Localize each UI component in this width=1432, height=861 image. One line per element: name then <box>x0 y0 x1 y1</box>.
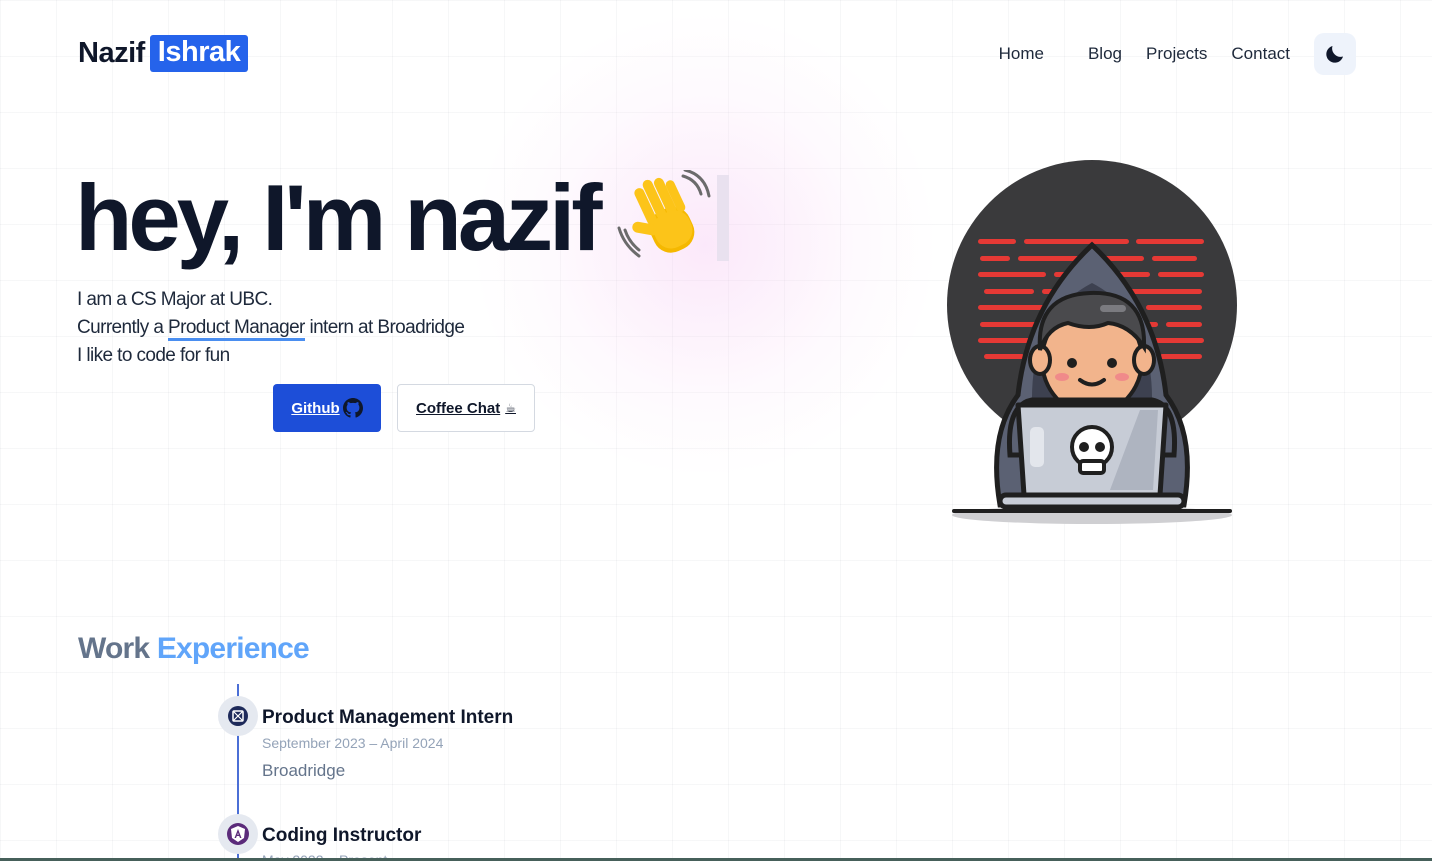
moon-icon <box>1326 46 1343 63</box>
job-title: Coding Instructor <box>262 825 422 846</box>
coffee-icon: ☕ <box>505 401 516 415</box>
hacker-avatar-illustration <box>947 160 1237 524</box>
github-button[interactable]: Github <box>273 384 381 432</box>
github-icon <box>342 398 363 418</box>
job-dates: September 2023 – April 2024 <box>262 735 444 751</box>
github-button-label: Github <box>291 399 340 417</box>
role-highlight: Product Manager <box>168 317 305 341</box>
nav-contact[interactable]: Contact <box>1231 44 1290 64</box>
job-company: Broadridge <box>262 761 346 780</box>
job-title: Product Management Intern <box>262 707 514 728</box>
nav-home[interactable]: Home <box>999 44 1044 64</box>
logo-first-name: Nazif <box>78 36 145 69</box>
hero-title-text: hey, I'm nazif <box>75 165 603 270</box>
coffee-chat-button[interactable]: Coffee Chat ☕ <box>397 384 535 432</box>
broadridge-logo-icon <box>218 696 258 736</box>
angular-logo-icon <box>218 814 258 854</box>
bio-line-3: I like to code for fun <box>77 345 230 366</box>
bio-line-2-suffix: intern at Broadridge <box>304 317 465 338</box>
site-logo[interactable]: Nazif Ishrak <box>78 34 249 72</box>
nav-blog[interactable]: Blog <box>1088 44 1122 64</box>
logo-last-name: Ishrak <box>149 34 249 72</box>
work-heading-part2: Experience <box>156 632 310 665</box>
main-nav: Home Blog Projects Contact <box>999 31 1356 77</box>
work-heading-part1: Work <box>78 632 150 665</box>
nav-projects[interactable]: Projects <box>1146 44 1207 64</box>
bio-line-1: I am a CS Major at UBC. <box>77 289 273 310</box>
theme-toggle-button[interactable] <box>1314 33 1356 75</box>
hero-heading: hey, I'm nazif <box>75 170 729 266</box>
coffee-chat-label: Coffee Chat <box>416 399 501 417</box>
waving-hand-icon <box>617 170 713 266</box>
work-experience-heading: Work Experience <box>78 632 310 666</box>
hero-bio: I am a CS Major at UBC. Currently a Prod… <box>77 286 465 370</box>
typing-caret <box>716 175 729 261</box>
bio-line-2-prefix: Currently a <box>77 317 169 338</box>
bio-line-2: Currently a Product Manager intern at Br… <box>77 314 465 342</box>
